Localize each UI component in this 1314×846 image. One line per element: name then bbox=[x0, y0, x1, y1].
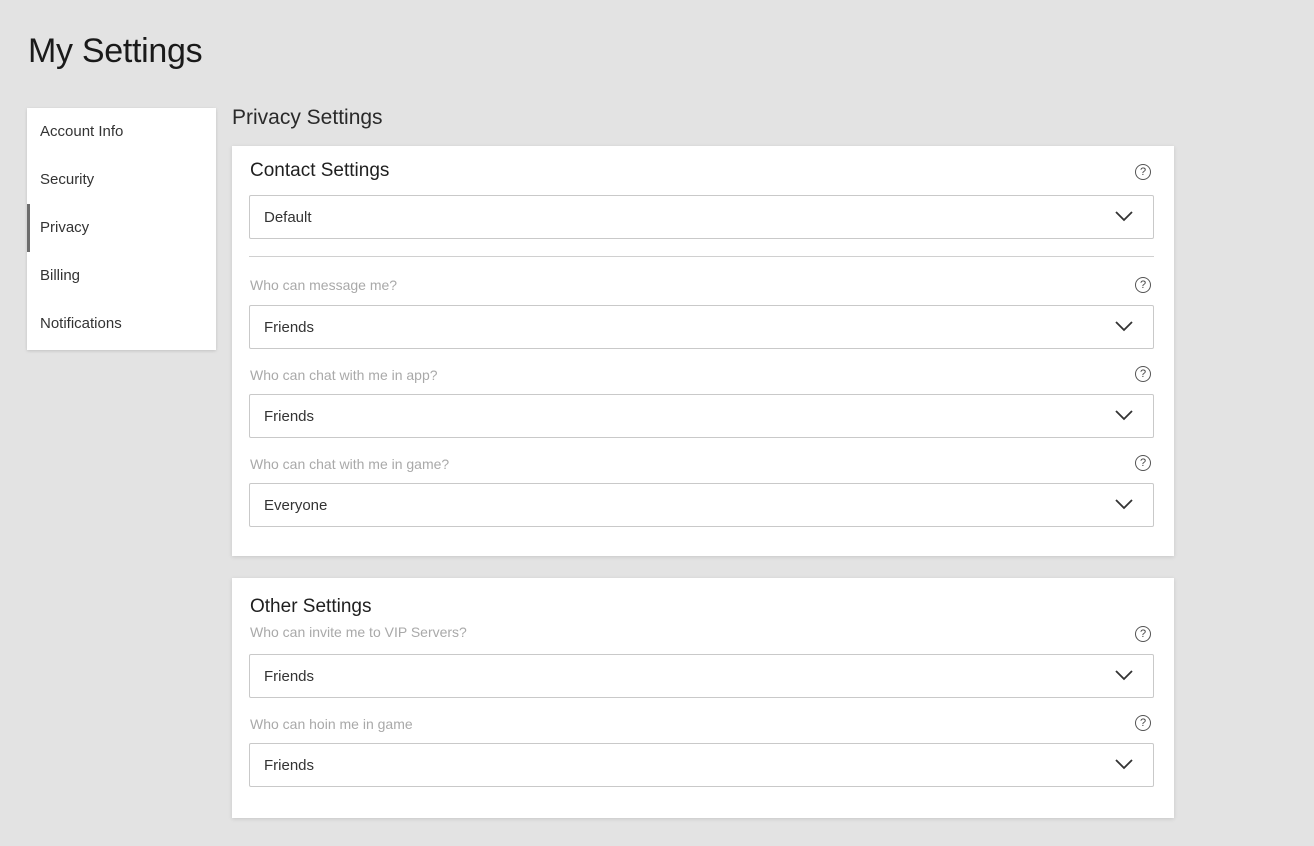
sidebar-item-label: Security bbox=[40, 171, 95, 188]
field-label: Who can chat with me in app? bbox=[250, 367, 438, 383]
chevron-down-icon bbox=[1115, 211, 1133, 222]
select-value: Everyone bbox=[264, 497, 328, 514]
chevron-down-icon bbox=[1115, 410, 1133, 421]
invite-vip-select[interactable]: Friends bbox=[249, 654, 1154, 698]
select-value: Friends bbox=[264, 668, 315, 685]
select-value: Default bbox=[264, 209, 312, 226]
field-label: Who can message me? bbox=[250, 277, 398, 293]
sidebar-item-account-info[interactable]: Account Info bbox=[27, 108, 216, 156]
contact-preset-select[interactable]: Default bbox=[249, 195, 1154, 239]
chevron-down-icon bbox=[1115, 321, 1133, 332]
chevron-down-icon bbox=[1115, 759, 1133, 770]
field-label: Who can chat with me in game? bbox=[250, 456, 450, 472]
sidebar-item-privacy[interactable]: Privacy bbox=[27, 204, 216, 252]
other-settings-panel: Other Settings Who can invite me to VIP … bbox=[232, 578, 1174, 818]
page-title: My Settings bbox=[28, 32, 203, 70]
chevron-down-icon bbox=[1115, 670, 1133, 681]
help-circle-icon[interactable]: ? bbox=[1135, 715, 1151, 731]
settings-sidebar: Account Info Security Privacy Billing No… bbox=[27, 108, 216, 350]
sidebar-item-billing[interactable]: Billing bbox=[27, 252, 216, 300]
select-value: Friends bbox=[264, 408, 315, 425]
contact-settings-panel: Contact Settings ? Default Who can messa… bbox=[232, 146, 1174, 556]
sidebar-item-notifications[interactable]: Notifications bbox=[27, 300, 216, 348]
select-value: Friends bbox=[264, 757, 315, 774]
section-heading: Privacy Settings bbox=[232, 106, 383, 129]
help-circle-icon[interactable]: ? bbox=[1135, 277, 1151, 293]
field-label: Who can invite me to VIP Servers? bbox=[250, 624, 467, 640]
sidebar-item-label: Notifications bbox=[40, 315, 122, 332]
help-circle-icon[interactable]: ? bbox=[1135, 164, 1151, 180]
help-circle-icon[interactable]: ? bbox=[1135, 455, 1151, 471]
panel-title: Other Settings bbox=[250, 596, 372, 617]
help-circle-icon[interactable]: ? bbox=[1135, 366, 1151, 382]
chevron-down-icon bbox=[1115, 499, 1133, 510]
message-me-select[interactable]: Friends bbox=[249, 305, 1154, 349]
sidebar-item-label: Privacy bbox=[40, 219, 90, 236]
panel-title: Contact Settings bbox=[250, 160, 390, 181]
field-label: Who can hoin me in game bbox=[250, 716, 413, 732]
join-in-game-select[interactable]: Friends bbox=[249, 743, 1154, 787]
sidebar-item-security[interactable]: Security bbox=[27, 156, 216, 204]
select-value: Friends bbox=[264, 319, 315, 336]
chat-in-app-select[interactable]: Friends bbox=[249, 394, 1154, 438]
sidebar-item-label: Account Info bbox=[40, 123, 124, 140]
help-circle-icon[interactable]: ? bbox=[1135, 626, 1151, 642]
sidebar-item-label: Billing bbox=[40, 267, 81, 284]
chat-in-game-select[interactable]: Everyone bbox=[249, 483, 1154, 527]
divider bbox=[249, 256, 1154, 257]
